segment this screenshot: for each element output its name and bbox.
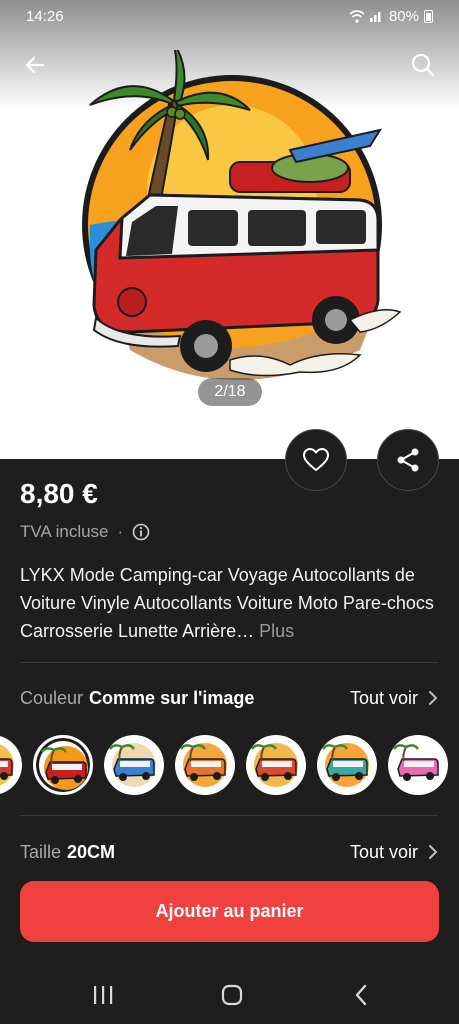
image-counter: 2/18 [198,378,262,406]
swatch-variant-4[interactable] [246,735,306,795]
product-title: LYKX Mode Camping-car Voyage Autocollant… [20,561,440,645]
system-back-button[interactable] [346,980,376,1010]
color-label: Couleur [20,687,84,708]
battery-percent: 80% [388,7,419,25]
van-thumbnail-icon [179,743,227,787]
share-button[interactable] [377,429,439,491]
signal-icon [369,10,384,22]
search-icon [411,53,435,77]
van-thumbnail-icon [250,743,298,787]
heart-icon [303,448,329,471]
back-button[interactable] [18,48,52,82]
swatch-variant-2[interactable] [104,735,164,795]
divider [20,815,438,816]
recent-apps-button[interactable] [88,980,118,1010]
status-bar: 14:26 80% [0,0,459,32]
product-title-text: LYKX Mode Camping-car Voyage Autocollant… [20,565,434,641]
status-time: 14:26 [26,7,64,25]
divider [20,662,438,663]
vat-row: TVA incluse · [20,522,150,542]
swatch-variant-6[interactable] [388,735,448,795]
arrow-left-icon [25,56,45,74]
size-label: Taille [20,841,62,862]
recent-apps-icon [94,986,113,1004]
product-image[interactable]: 2/18 [0,0,459,459]
swatch-variant-0[interactable] [0,735,22,795]
system-navigation-bar [0,966,459,1024]
home-button[interactable] [217,980,247,1010]
see-all-label: Tout voir [349,687,418,708]
size-option-row[interactable]: Taille 20CM Tout voir [20,837,438,867]
color-swatches [0,733,459,797]
van-thumbnail-icon [108,743,156,787]
chevron-right-icon [429,691,438,705]
color-value: Comme sur l'image [89,687,255,708]
swatch-variant-1[interactable] [33,735,93,795]
more-link[interactable]: Plus [259,621,294,641]
swatch-variant-5[interactable] [317,735,377,795]
van-thumbnail-icon [392,743,440,787]
separator-dot: · [117,522,124,541]
color-option-row[interactable]: Couleur Comme sur l'image Tout voir [20,683,438,713]
product-price: 8,80 € [20,478,98,509]
campervan-illustration [82,50,402,380]
info-icon[interactable] [132,523,150,541]
share-icon [397,448,419,472]
battery-icon [424,9,433,23]
van-thumbnail-icon [40,746,88,790]
vat-label: TVA incluse [20,522,109,541]
see-all-label: Tout voir [349,841,418,862]
color-see-all[interactable]: Tout voir [350,688,438,709]
swatch-variant-3[interactable] [175,735,235,795]
size-see-all[interactable]: Tout voir [350,842,438,863]
van-thumbnail-icon [0,744,14,786]
size-value: 20CM [67,841,116,862]
back-chevron-icon [355,984,367,1006]
wifi-icon [349,9,365,23]
chevron-right-icon [429,845,438,859]
add-to-cart-button[interactable]: Ajouter au panier [20,881,439,942]
van-thumbnail-icon [321,743,369,787]
favorite-button[interactable] [285,429,347,491]
home-icon [221,984,243,1006]
search-button[interactable] [406,48,440,82]
